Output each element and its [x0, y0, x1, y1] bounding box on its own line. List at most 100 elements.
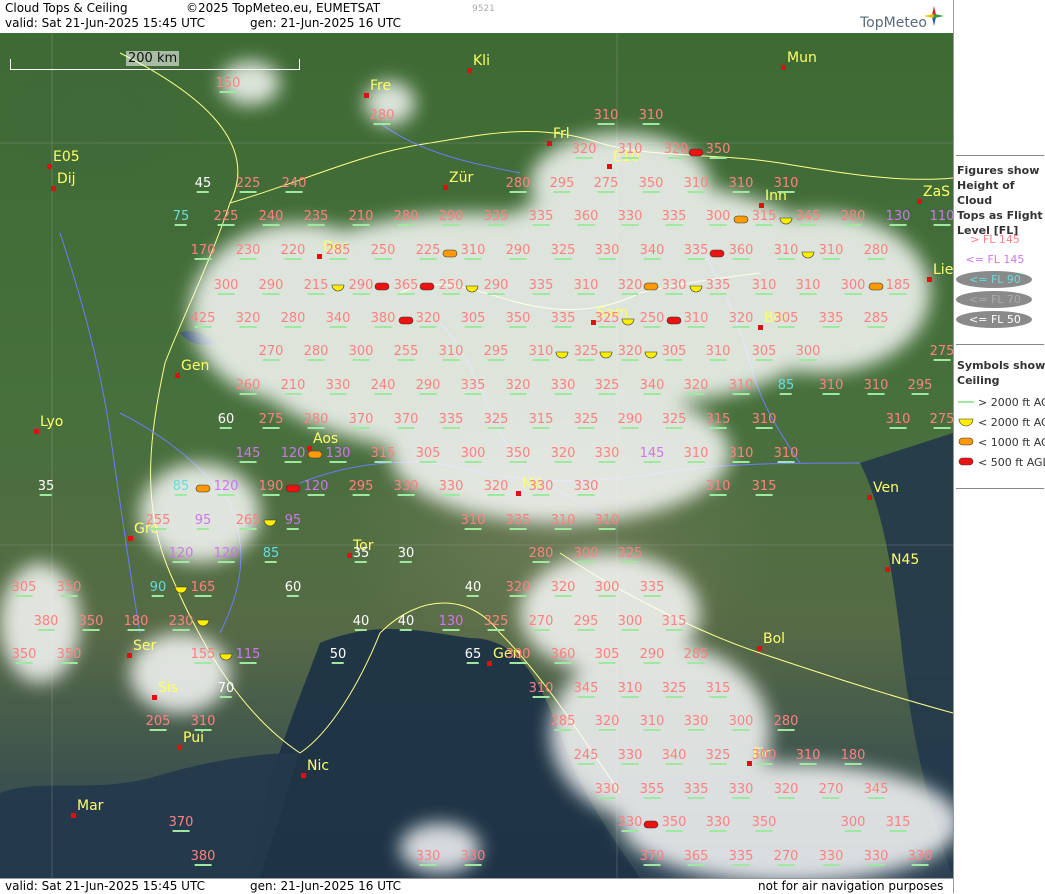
cloud-top-label: 185 [886, 278, 910, 295]
cloud-top-value: 305 [594, 647, 620, 662]
ceiling-ok-underline [822, 326, 840, 328]
cloud-top-value: 315 [528, 412, 554, 427]
cloud-top-label: 370 [349, 412, 373, 429]
cloud-top-label: 85 [778, 378, 794, 395]
cloud-top-value: 280 [773, 714, 799, 729]
cloud-top-label: 340 [640, 243, 664, 260]
cloud-top-label: 50 [329, 647, 347, 664]
satellite-map[interactable]: 200 km Fre Kli Mun E05 Dij Frl E10 Zür Inn ZaS Ber… [0, 33, 953, 878]
cloud-top-label: 310 [595, 513, 619, 530]
cloud-top-label: 225 [236, 176, 260, 193]
ceiling-ok-underline [597, 191, 615, 193]
legend-panel: Figures show Height of Cloud Tops as Fli… [953, 0, 1045, 893]
cloud-top-value: 325 [705, 748, 731, 763]
ceiling-ok-underline [577, 696, 595, 698]
cloud-top-value: 50 [329, 647, 347, 662]
ceiling-ok-underline [621, 157, 639, 159]
ceiling-ok-underline [799, 359, 817, 361]
city-marker-icon [301, 773, 306, 778]
ceiling-ok-underline [194, 864, 212, 866]
ceiling-ok-underline [467, 595, 479, 597]
cloud-top-value: 295 [549, 176, 575, 191]
cloud-top-label: 310 [461, 513, 485, 530]
cloud-top-label: 130 [886, 209, 910, 226]
cloud-top-label: 335 [640, 580, 664, 597]
cloud-top-value: 330 [594, 243, 620, 258]
cloud-top-label: 250 [439, 278, 463, 295]
cloud-top-value: 280 [303, 412, 329, 427]
ceiling-ok-underline [553, 191, 571, 193]
ceiling-ok-underline [442, 359, 460, 361]
cloud-top-label: 255 [146, 513, 170, 530]
cloud-top-value: 145 [235, 446, 261, 461]
cloud-top-label: 290 [349, 278, 373, 295]
ceiling-ok-underline [152, 595, 164, 597]
cloud-top-value: 280 [369, 108, 395, 123]
orange-ceiling-icon [307, 450, 323, 459]
cloud-top-label: 310 [729, 378, 753, 395]
cloud-top-value: 230 [235, 243, 261, 258]
ceiling-ok-underline [687, 864, 705, 866]
cloud-top-value: 310 [863, 378, 889, 393]
ceiling-ok-underline [598, 528, 616, 530]
cloud-top-value: 370 [168, 815, 194, 830]
yellow-ceiling-icon [465, 285, 479, 293]
ceiling-ok-underline [643, 595, 661, 597]
ceiling-ok-underline [687, 662, 705, 664]
cloud-top-label: 280 [841, 209, 865, 226]
ceiling-ok-underline [709, 830, 727, 832]
cloud-top-label: 255 [394, 344, 418, 361]
cloud-top-label: 330 [684, 714, 708, 731]
legend-fl-item: <= FL 145 [965, 253, 1025, 266]
cloud-top-value: 165 [190, 580, 216, 595]
cloud-top-label: 310 [773, 446, 799, 463]
cloud-top-label: 60 [284, 580, 302, 597]
cloud-top-value: 265 [235, 513, 261, 528]
ceiling-ok-underline [284, 393, 302, 395]
cloud-top-label: 310 [819, 378, 843, 395]
cloud-top-value: 275 [929, 344, 953, 359]
ceiling-ok-underline [665, 629, 683, 631]
ceiling-ok-underline [397, 494, 415, 496]
ceiling-ok-underline [262, 293, 280, 295]
ceiling-ok-underline [867, 258, 885, 260]
cloud-top-value: 330 [728, 782, 754, 797]
ceiling-ok-underline [554, 326, 572, 328]
cloud-top-value: 120 [168, 546, 194, 561]
ceiling-ok-underline [329, 326, 347, 328]
cloud-top-label: 275 [594, 176, 618, 193]
legend-symbols-title: Symbols show Ceiling [957, 358, 1045, 388]
cloud-top-value: 300 [594, 580, 620, 595]
ceiling-ok-underline [419, 393, 437, 395]
cloud-top-value: 310 [773, 243, 799, 258]
yellow-ceiling-icon [196, 619, 210, 627]
ceiling-ok-underline [844, 224, 862, 226]
cloud-top-label: 215 [304, 278, 328, 295]
cloud-top-value: 60 [217, 412, 235, 427]
cloud-top-value: 280 [528, 546, 554, 561]
cloud-top-label: 300 [796, 344, 820, 361]
cloud-top-label: 270 [819, 782, 843, 799]
cloud-top-value: 310 [795, 278, 821, 293]
ceiling-ok-underline [867, 393, 885, 395]
cloud-top-label: 300 [574, 546, 598, 563]
city-label: Nic [307, 758, 330, 774]
cloud-top-value: 355 [639, 782, 665, 797]
orange-ceiling-icon [442, 249, 458, 258]
cloud-top-value: 310 [773, 446, 799, 461]
cloud-top-value: 60 [284, 580, 302, 595]
cloud-top-label: 285 [864, 311, 888, 328]
ceiling-ok-underline [554, 393, 572, 395]
ceiling-ok-underline [194, 595, 212, 597]
ceiling-ok-underline [687, 393, 705, 395]
cloud-top-label: 300 [729, 714, 753, 731]
city-marker-icon [885, 567, 890, 572]
ceiling-ok-underline [487, 629, 505, 631]
ceiling-ok-underline [262, 359, 280, 361]
cloud-top-value: 225 [415, 243, 441, 258]
cloud-top-label: 360 [729, 243, 753, 260]
ceiling-ok-underline [687, 797, 705, 799]
ceiling-ok-underline [307, 359, 325, 361]
ceiling-ok-underline [329, 393, 347, 395]
cloud-top-label: 340 [326, 311, 350, 328]
